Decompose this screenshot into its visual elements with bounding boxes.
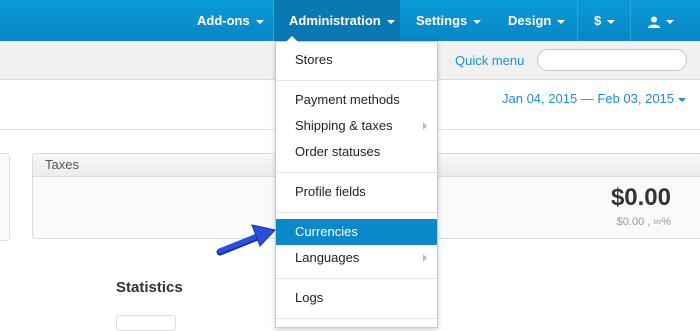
chevron-down-icon [607, 19, 616, 24]
chevron-down-icon [666, 19, 674, 24]
chevron-right-icon [423, 254, 427, 262]
chevron-down-icon [557, 19, 566, 24]
menu-item-languages-label: Languages [295, 250, 360, 265]
user-icon [648, 16, 660, 28]
menu-divider [276, 278, 437, 279]
nav-currency-label: $ [594, 13, 602, 28]
top-nav-bar: Add-ons Administration Settings Design $ [0, 0, 700, 41]
chevron-down-icon [386, 19, 395, 24]
menu-item-order-statuses[interactable]: Order statuses [276, 139, 437, 165]
nav-user-menu[interactable] [648, 0, 674, 41]
menu-item-languages[interactable]: Languages [276, 245, 437, 271]
chevron-down-icon [255, 19, 264, 24]
nav-design-label: Design [508, 13, 552, 28]
pointer-arrow-icon [216, 224, 276, 256]
taxes-subvalue: $0.00 , ∞% [616, 216, 671, 228]
chevron-right-icon [423, 122, 427, 130]
dashboard-card-partial [0, 153, 10, 241]
administration-dropdown: Stores Payment methods Shipping & taxes … [275, 36, 438, 328]
statistics-box [116, 315, 176, 331]
nav-addons-label: Add-ons [197, 13, 250, 28]
menu-item-shipping-taxes-label: Shipping & taxes [295, 118, 393, 133]
nav-currency[interactable]: $ [594, 0, 616, 41]
menu-divider [276, 212, 437, 213]
chevron-down-icon [678, 97, 687, 102]
menu-divider [276, 80, 437, 81]
menu-item-shipping-taxes[interactable]: Shipping & taxes [276, 113, 437, 139]
chevron-down-icon [473, 19, 482, 24]
menu-item-logs[interactable]: Logs [276, 285, 437, 311]
taxes-amount: $0.00 [610, 184, 671, 211]
quick-menu-link[interactable]: Quick menu [455, 53, 524, 68]
nav-administration-label: Administration [289, 13, 381, 28]
menu-divider [276, 318, 437, 319]
menu-item-payment-methods[interactable]: Payment methods [276, 87, 437, 113]
menu-item-profile-fields[interactable]: Profile fields [276, 179, 437, 205]
date-range-picker[interactable]: Jan 04, 2015 — Feb 03, 2015 [502, 91, 687, 106]
nav-divider [630, 0, 631, 41]
date-range-label: Jan 04, 2015 — Feb 03, 2015 [502, 91, 675, 106]
nav-addons[interactable]: Add-ons [197, 0, 264, 41]
statistics-heading: Statistics [116, 279, 183, 296]
search-input[interactable] [537, 49, 687, 71]
nav-administration[interactable]: Administration [274, 0, 400, 41]
menu-divider [276, 172, 437, 173]
menu-item-stores[interactable]: Stores [276, 47, 437, 73]
menu-item-currencies[interactable]: Currencies [276, 219, 437, 245]
nav-divider [577, 0, 578, 41]
nav-settings[interactable]: Settings [416, 0, 482, 41]
nav-design[interactable]: Design [508, 0, 566, 41]
nav-settings-label: Settings [416, 13, 468, 28]
